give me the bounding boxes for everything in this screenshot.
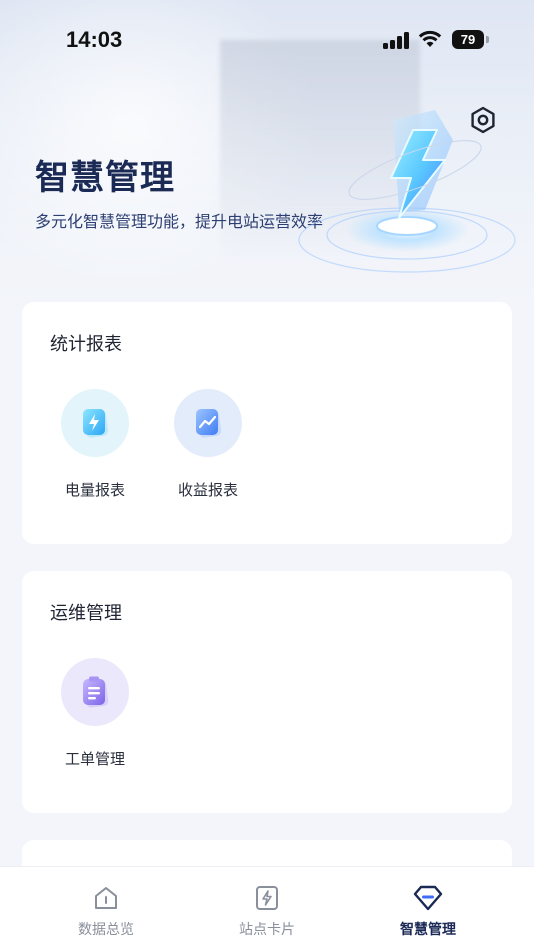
section-title: 统计报表 bbox=[50, 334, 122, 355]
work-order-tile[interactable]: 工单管理 bbox=[50, 658, 140, 769]
lightning-illustration bbox=[295, 100, 530, 280]
diamond-icon bbox=[378, 883, 478, 913]
status-time: 14:03 bbox=[66, 27, 123, 52]
bottom-tab-bar: 数据总览 站点卡片 智慧管理 bbox=[0, 866, 534, 950]
tab-smart-management[interactable]: 智慧管理 bbox=[378, 883, 478, 939]
power-report-icon bbox=[61, 389, 129, 457]
hero-header: 14:03 79 智慧管理 多元化智慧管理功能，提升电站运营效率 bbox=[0, 0, 534, 310]
revenue-report-icon bbox=[174, 389, 242, 457]
cellular-signal-icon bbox=[383, 31, 409, 49]
tab-label: 数据总览 bbox=[78, 922, 134, 938]
power-report-tile[interactable]: 电量报表 bbox=[50, 389, 140, 500]
revenue-report-tile[interactable]: 收益报表 bbox=[163, 389, 253, 500]
tab-label: 智慧管理 bbox=[400, 922, 456, 938]
status-bar: 14:03 79 bbox=[0, 0, 534, 80]
tile-label: 收益报表 bbox=[177, 481, 238, 499]
home-icon bbox=[56, 883, 156, 913]
station-card-icon bbox=[217, 883, 317, 913]
tile-label: 工单管理 bbox=[64, 750, 125, 768]
tab-label: 站点卡片 bbox=[239, 922, 295, 938]
battery-indicator: 79 bbox=[452, 30, 484, 49]
wifi-icon bbox=[418, 29, 442, 53]
work-order-icon bbox=[61, 658, 129, 726]
section-title: 运维管理 bbox=[50, 603, 122, 624]
tab-station-card[interactable]: 站点卡片 bbox=[217, 883, 317, 939]
page-subtitle: 多元化智慧管理功能，提升电站运营效率 bbox=[35, 212, 324, 231]
page-title: 智慧管理 bbox=[35, 158, 175, 198]
tile-label: 电量报表 bbox=[64, 481, 125, 499]
section-card-operations: 运维管理 工单管理 bbox=[22, 571, 512, 813]
tab-data-overview[interactable]: 数据总览 bbox=[56, 883, 156, 939]
section-card-statistics: 统计报表 电量报表 收益报表 bbox=[22, 302, 512, 544]
smart-management-screen: 14:03 79 智慧管理 多元化智慧管理功能，提升电站运营效率 统计报表 电量… bbox=[0, 0, 534, 950]
